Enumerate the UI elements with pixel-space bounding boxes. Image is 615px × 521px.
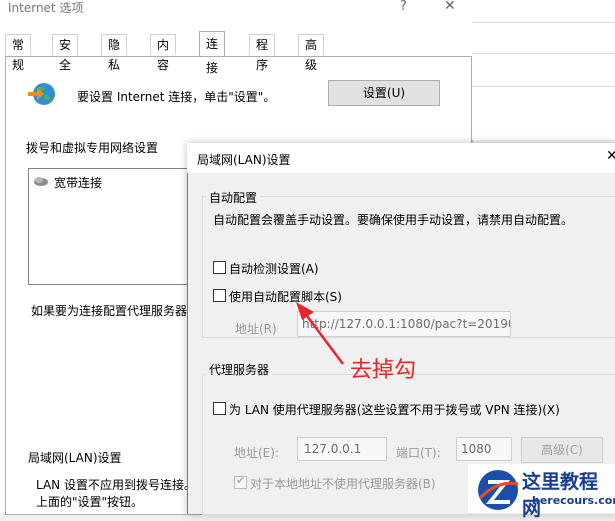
auto-config-description: 自动配置会覆盖手动设置。要确保使用手动设置，请禁用自动配置。 <box>213 213 574 227</box>
bypass-local-label[interactable]: 对于本地地址不使用代理服务器(B) <box>250 475 436 492</box>
lan-dialog-title: 局域网(LAN)设置 <box>197 153 291 167</box>
lan-description-line2: 上面的"设置"按钮。 <box>36 495 144 509</box>
setup-button[interactable]: 设置(U) <box>328 80 440 106</box>
annotation-text: 去掉勾 <box>350 358 417 383</box>
globe-icon <box>28 83 55 105</box>
proxy-server-group-title: 代理服务器 <box>206 361 273 378</box>
advanced-button[interactable]: 高级(C) <box>521 437 603 463</box>
auto-config-script-label[interactable]: 使用自动配置脚本(S) <box>229 288 342 305</box>
broadband-connection-icon <box>34 177 48 186</box>
tab-connections[interactable]: 连接 <box>199 31 226 75</box>
bypass-local-checkbox[interactable]: ✔ <box>234 474 247 489</box>
lan-section-title: 局域网(LAN)设置 <box>28 451 122 465</box>
script-address-label: 地址(R) <box>235 322 277 336</box>
dial-vpn-section-title: 拨号和虚拟专用网络设置 <box>26 141 159 155</box>
internet-options-title: Internet 选项 <box>8 1 84 15</box>
tab-programs[interactable]: 程序 <box>249 34 276 72</box>
watermark-url: herecours.com <box>532 494 615 507</box>
proxy-hint-text: 如果要为连接配置代理服务器 <box>31 304 188 318</box>
auto-config-group-title: 自动配置 <box>206 189 261 206</box>
lan-description-line1: LAN 设置不应用到拨号连接。 <box>36 478 196 492</box>
close-icon[interactable]: ✕ <box>606 148 615 164</box>
divider <box>472 86 615 87</box>
proxy-address-input[interactable]: 127.0.0.1 <box>297 437 387 461</box>
proxy-address-label: 地址(E): <box>234 446 279 460</box>
tab-advanced[interactable]: 高级 <box>298 34 325 72</box>
proxy-port-input[interactable]: 1080 <box>456 437 512 461</box>
tab-content[interactable]: 内容 <box>150 34 177 72</box>
tab-privacy[interactable]: 隐私 <box>101 34 128 72</box>
proxy-port-label: 端口(T): <box>396 446 441 460</box>
auto-config-script-checkbox[interactable] <box>213 289 226 302</box>
divider <box>472 53 615 54</box>
script-address-input[interactable]: http://127.0.0.1:1080/pac?t=201904 <box>297 311 511 337</box>
use-lan-proxy-label[interactable]: 为 LAN 使用代理服务器(这些设置不用于拨号或 VPN 连接)(X) <box>229 401 560 418</box>
check-mark-icon: ✔ <box>236 474 246 487</box>
tab-security[interactable]: 安全 <box>52 34 79 72</box>
use-lan-proxy-checkbox[interactable] <box>213 402 226 415</box>
close-icon[interactable]: ✕ <box>444 0 456 14</box>
list-item-broadband[interactable]: 宽带连接 <box>54 174 102 191</box>
auto-detect-checkbox[interactable] <box>213 261 226 274</box>
background-window-strip <box>472 0 615 140</box>
tab-general[interactable]: 常规 <box>5 34 32 72</box>
help-button[interactable]: ? <box>400 0 407 14</box>
divider <box>472 22 615 23</box>
setup-instruction: 要设置 Internet 连接，单击"设置"。 <box>77 90 276 104</box>
auto-detect-label[interactable]: 自动检测设置(A) <box>229 260 319 277</box>
